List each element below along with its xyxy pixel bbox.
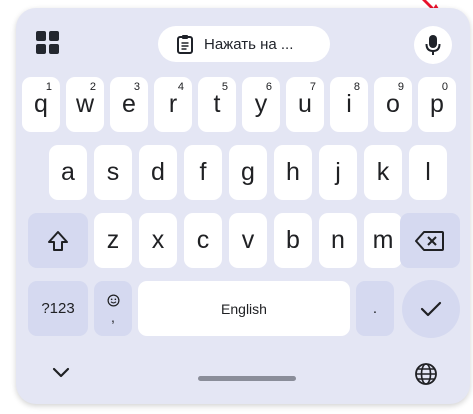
backspace-key[interactable] xyxy=(400,213,460,268)
keyboard: Нажать на ... q1 w2 e3 r4 t5 y6 u7 i8 o9… xyxy=(16,8,470,404)
chevron-down-icon[interactable] xyxy=(50,365,72,381)
key-h[interactable]: h xyxy=(274,145,312,200)
key-q[interactable]: q1 xyxy=(22,77,60,132)
key-v[interactable]: v xyxy=(229,213,267,268)
period-key[interactable]: . xyxy=(356,281,394,336)
key-g[interactable]: g xyxy=(229,145,267,200)
enter-button[interactable] xyxy=(402,280,460,338)
key-n[interactable]: n xyxy=(319,213,357,268)
key-i[interactable]: i8 xyxy=(330,77,368,132)
key-a[interactable]: a xyxy=(49,145,87,200)
key-k[interactable]: k xyxy=(364,145,402,200)
emoji-key[interactable]: , xyxy=(94,281,132,336)
microphone-icon xyxy=(425,35,441,55)
key-c[interactable]: c xyxy=(184,213,222,268)
key-d[interactable]: d xyxy=(139,145,177,200)
key-p[interactable]: p0 xyxy=(418,77,456,132)
keyboard-toolbar: Нажать на ... xyxy=(16,8,470,70)
grid-apps-icon[interactable] xyxy=(36,31,62,57)
key-b[interactable]: b xyxy=(274,213,312,268)
backspace-icon xyxy=(415,230,444,251)
key-o[interactable]: o9 xyxy=(374,77,412,132)
key-s[interactable]: s xyxy=(94,145,132,200)
key-m[interactable]: m xyxy=(364,213,402,268)
clipboard-icon xyxy=(177,35,193,54)
globe-icon[interactable] xyxy=(414,362,438,386)
key-w[interactable]: w2 xyxy=(66,77,104,132)
keyboard-bottom-bar xyxy=(16,343,470,403)
key-y[interactable]: y6 xyxy=(242,77,280,132)
key-u[interactable]: u7 xyxy=(286,77,324,132)
shift-icon xyxy=(48,230,68,251)
clipboard-suggestion-chip[interactable]: Нажать на ... xyxy=(158,26,330,62)
gesture-handle[interactable] xyxy=(198,376,296,381)
key-j[interactable]: j xyxy=(319,145,357,200)
key-x[interactable]: x xyxy=(139,213,177,268)
microphone-button[interactable] xyxy=(414,26,452,64)
space-key[interactable]: English xyxy=(138,281,350,336)
key-l[interactable]: l xyxy=(409,145,447,200)
key-r[interactable]: r4 xyxy=(154,77,192,132)
clipboard-text: Нажать на ... xyxy=(204,35,294,53)
key-t[interactable]: t5 xyxy=(198,77,236,132)
key-e[interactable]: e3 xyxy=(110,77,148,132)
key-z[interactable]: z xyxy=(94,213,132,268)
emoji-icon xyxy=(107,294,119,306)
shift-key[interactable] xyxy=(28,213,88,268)
symbols-key[interactable]: ?123 xyxy=(28,281,88,336)
check-icon xyxy=(420,301,442,317)
key-f[interactable]: f xyxy=(184,145,222,200)
